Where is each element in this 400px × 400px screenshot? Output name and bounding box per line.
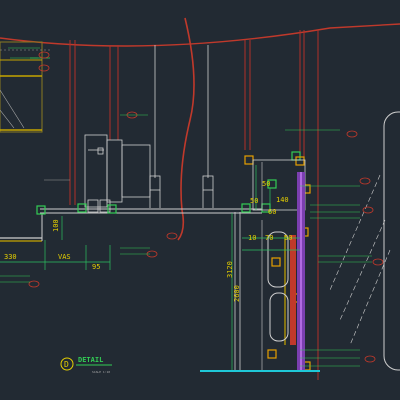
detail-scale: SCALE 1:10 xyxy=(92,370,110,374)
detail-title: DETAIL xyxy=(78,356,103,364)
dim-2600: 2600 xyxy=(233,285,241,302)
dim-60: 60 xyxy=(268,208,276,216)
left-block xyxy=(0,41,70,181)
dimension-labels: 330 VAS 95 100 50 50 140 60 70 10 50 312… xyxy=(4,180,292,302)
dim-3120: 3120 xyxy=(226,261,234,278)
detail-marker: D xyxy=(64,360,69,369)
dim-95: 95 xyxy=(92,263,100,271)
vertical-curve xyxy=(177,17,195,241)
annotation-leaders xyxy=(0,47,372,367)
green-markers xyxy=(36,151,301,215)
duct-unit xyxy=(84,134,151,208)
dim-70: 70 xyxy=(265,234,273,242)
dim-140: 140 xyxy=(276,196,289,204)
dim-50-c: 50 xyxy=(284,234,292,242)
red-tags xyxy=(28,51,384,363)
dim-330: 330 xyxy=(4,253,17,261)
dim-50-b: 50 xyxy=(250,197,258,205)
cad-detail-drawing: 330 VAS 95 100 50 50 140 60 70 10 50 312… xyxy=(0,17,400,380)
ceiling-curve xyxy=(0,23,400,47)
dim-50-a: 50 xyxy=(262,180,270,188)
right-dashed-profile xyxy=(329,174,391,346)
detail-title-block: D DETAIL SCALE 1:10 xyxy=(60,356,112,374)
dim-100: 100 xyxy=(52,219,60,232)
dim-vas: VAS xyxy=(58,253,71,261)
dim-10: 10 xyxy=(248,234,256,242)
